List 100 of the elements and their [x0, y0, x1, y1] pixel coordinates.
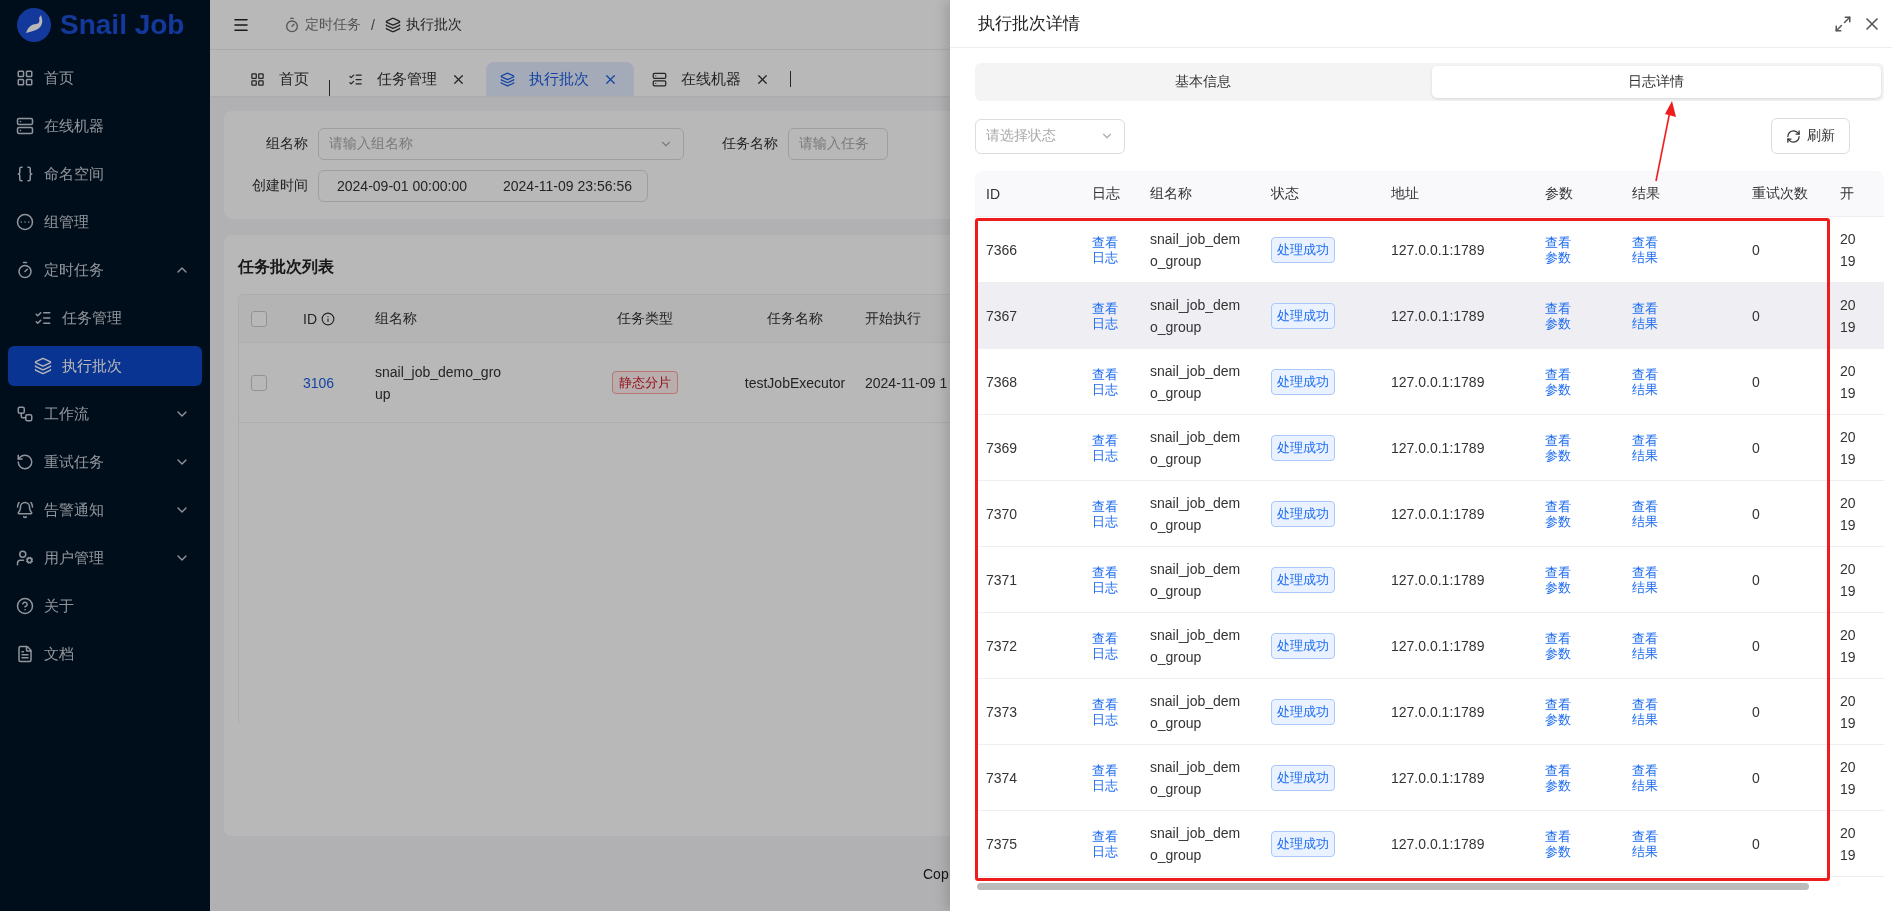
info-icon: [321, 311, 335, 326]
view-log-link[interactable]: 查看日志: [1092, 828, 1120, 859]
breadcrumb-icon: [284, 16, 300, 33]
view-params-link[interactable]: 查看参数: [1545, 498, 1573, 529]
segment-tab[interactable]: 基本信息: [978, 66, 1428, 98]
table-cell-text: snail_job_demo_group: [1150, 295, 1242, 337]
table-cell-text: snail_job_demo_group: [1150, 229, 1242, 271]
view-params-link[interactable]: 查看参数: [1545, 630, 1573, 661]
sidebar-item[interactable]: 执行批次: [8, 346, 202, 386]
view-log-link[interactable]: 查看日志: [1092, 300, 1120, 331]
column-header: 组名称: [375, 309, 417, 328]
view-log-link[interactable]: 查看日志: [1092, 366, 1120, 397]
view-params-link[interactable]: 查看参数: [1545, 696, 1573, 727]
hovered-row[interactable]: 7367 查看日志 snail_job_demo_group 处理成功 127.0.0.1:1789 查看参数 查看结果 0 20 19: [975, 283, 1884, 349]
menu-item-icon: [16, 165, 34, 183]
view-log-link[interactable]: 查看日志: [1092, 234, 1120, 265]
field-label: 组名称: [265, 135, 308, 153]
table-cell: 127.0.0.1:1789: [1391, 835, 1485, 852]
id-link[interactable]: 3106: [303, 374, 335, 391]
view-result-link[interactable]: 查看结果: [1632, 564, 1660, 595]
view-params-link[interactable]: 查看参数: [1545, 300, 1573, 331]
view-params-link[interactable]: 查看参数: [1545, 432, 1573, 463]
expand-icon[interactable]: [1834, 14, 1852, 33]
menu-item-icon: [16, 645, 34, 663]
view-params-link[interactable]: 查看参数: [1545, 828, 1573, 859]
checkbox[interactable]: [251, 374, 267, 391]
table-cell: 7372: [986, 637, 1018, 654]
view-log-link[interactable]: 查看日志: [1092, 498, 1120, 529]
breadcrumb-item[interactable]: 执行批次: [384, 15, 462, 34]
table-cell: 0: [1752, 637, 1760, 654]
app-logo-text: Snail Job: [60, 9, 185, 41]
sidebar-item[interactable]: 关于: [8, 586, 202, 626]
view-params-link[interactable]: 查看参数: [1545, 564, 1573, 595]
sidebar-item[interactable]: 首页: [8, 58, 202, 98]
status-tag: 处理成功: [1271, 764, 1335, 791]
view-result-link[interactable]: 查看结果: [1632, 300, 1660, 331]
sidebar-item[interactable]: 任务管理: [8, 298, 202, 338]
view-result-link[interactable]: 查看结果: [1632, 366, 1660, 397]
column-header: 任务名称: [767, 309, 823, 328]
table-cell: 127.0.0.1:1789: [1391, 505, 1485, 522]
table-cell-text: snail_job_demo_group: [375, 362, 503, 404]
view-result-link[interactable]: 查看结果: [1632, 234, 1660, 265]
checkbox[interactable]: [251, 310, 267, 327]
table-cell-text: 20: [1840, 295, 1857, 315]
view-result-link[interactable]: 查看结果: [1632, 828, 1660, 859]
view-params-link[interactable]: 查看参数: [1545, 366, 1573, 397]
table-cell: 7368: [986, 373, 1018, 390]
breadcrumb-item[interactable]: 定时任务: [284, 15, 361, 34]
page-tab[interactable]: 任务管理: [334, 62, 482, 96]
menu-item-icon: [16, 213, 34, 231]
scrollbar[interactable]: [977, 883, 1809, 890]
view-log-link[interactable]: 查看日志: [1092, 762, 1120, 793]
drawer-title: 执行批次详情: [978, 13, 1081, 35]
column-header: 任务类型: [617, 309, 673, 328]
view-log-link[interactable]: 查看日志: [1092, 432, 1120, 463]
table-cell: 127.0.0.1:1789: [1391, 373, 1485, 390]
menu-item-icon: [16, 261, 34, 279]
segment-tab[interactable]: 日志详情: [1431, 66, 1881, 98]
table-cell-text: 19: [1840, 845, 1857, 865]
sidebar-item[interactable]: 命名空间: [8, 154, 202, 194]
view-result-link[interactable]: 查看结果: [1632, 762, 1660, 793]
sidebar-item[interactable]: 重试任务: [8, 442, 202, 482]
view-log-link[interactable]: 查看日志: [1092, 630, 1120, 661]
column-header: 状态: [1271, 184, 1299, 201]
page-tab[interactable]: 首页: [236, 62, 325, 96]
table-cell-text: 19: [1840, 581, 1857, 601]
view-result-link[interactable]: 查看结果: [1632, 432, 1660, 463]
sidebar-item[interactable]: 告警通知: [8, 490, 202, 530]
menu-item-icon: [34, 309, 52, 327]
sidebar-item[interactable]: 用户管理: [8, 538, 202, 578]
table-cell: 7369: [986, 439, 1018, 456]
sidebar-item[interactable]: 定时任务: [8, 250, 202, 290]
table-cell-text: snail_job_demo_group: [1150, 691, 1242, 733]
sidebar-item[interactable]: 组管理: [8, 202, 202, 242]
field-label: 任务名称: [721, 135, 778, 153]
sidebar-item[interactable]: 工作流: [8, 394, 202, 434]
sidebar-item[interactable]: 在线机器: [8, 106, 202, 146]
page-tab[interactable]: 在线机器: [638, 62, 786, 96]
table-cell-text: 20: [1840, 427, 1857, 447]
view-params-link[interactable]: 查看参数: [1545, 234, 1573, 265]
date-range-field[interactable]: 2024-09-01 00:00:00 2024-11-09 23:56:56: [318, 170, 648, 202]
view-result-link[interactable]: 查看结果: [1632, 498, 1660, 529]
column-header: 日志: [1092, 184, 1120, 201]
view-params-link[interactable]: 查看参数: [1545, 762, 1573, 793]
refresh-button[interactable]: 刷新: [1771, 118, 1850, 154]
table-cell-text: snail_job_demo_group: [1150, 559, 1242, 601]
table-cell: 0: [1752, 439, 1760, 456]
view-log-link[interactable]: 查看日志: [1092, 696, 1120, 727]
table-cell: 0: [1752, 703, 1760, 720]
column-header: 开: [1840, 184, 1854, 201]
menu-item-icon: [16, 117, 34, 135]
view-log-link[interactable]: 查看日志: [1092, 564, 1120, 595]
table-cell: 0: [1752, 571, 1760, 588]
status-tag: 处理成功: [1271, 632, 1335, 659]
view-result-link[interactable]: 查看结果: [1632, 696, 1660, 727]
view-result-link[interactable]: 查看结果: [1632, 630, 1660, 661]
page-tab[interactable]: 执行批次: [486, 62, 634, 96]
sidebar-item[interactable]: 文档: [8, 634, 202, 674]
table-cell-text: 20: [1840, 823, 1857, 843]
table-cell-text: 19: [1840, 647, 1857, 667]
